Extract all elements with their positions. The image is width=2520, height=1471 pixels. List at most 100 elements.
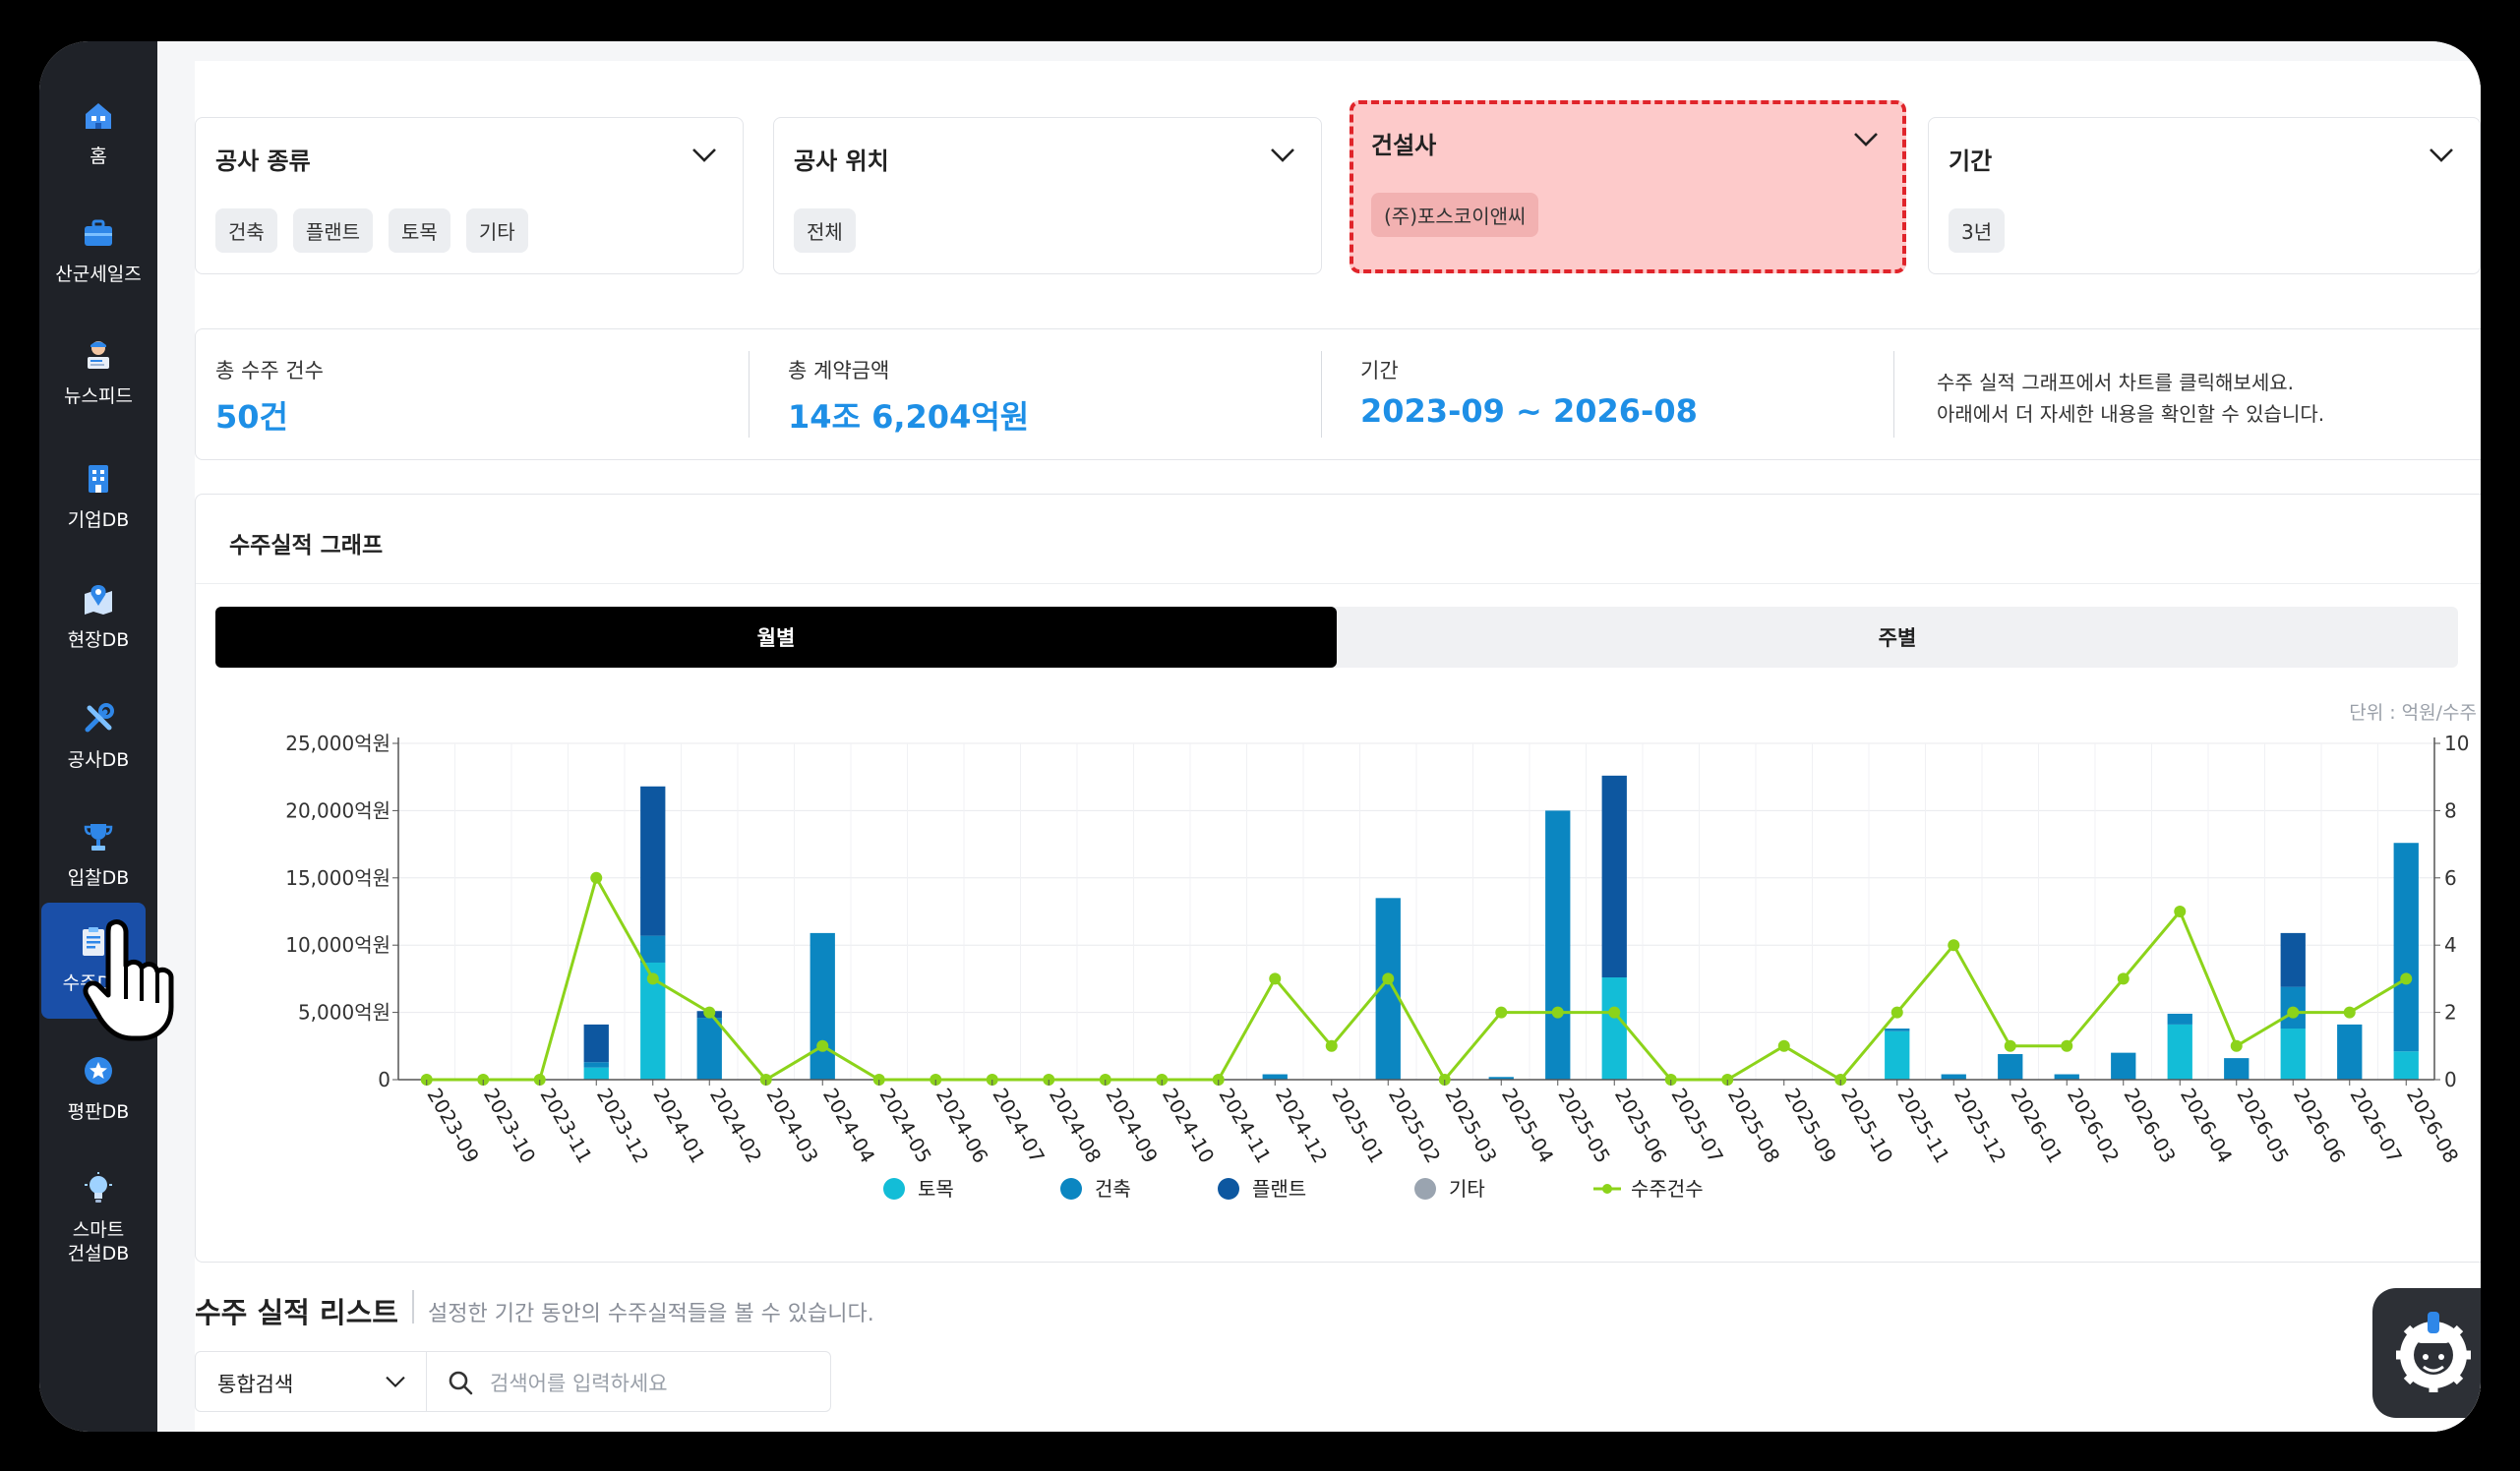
order-count-point [2174,906,2187,917]
filter-construction-location[interactable]: 공사 위치 전체 [773,117,1322,274]
building-icon [89,465,108,494]
order-count-point [1777,1039,1790,1052]
y-right-tick-label: 2 [2444,1001,2457,1025]
period-label: 기간 [1360,359,1399,382]
x-tick-label: 2023-10 [479,1085,541,1167]
sidebar-item-label: 입찰DB [67,867,130,890]
sidebar-item-home[interactable]: 홈 [39,79,157,189]
x-tick-label: 2026-06 [2289,1085,2351,1167]
list-description: 설정한 기간 동안의 수주실적들을 볼 수 있습니다. [428,1302,874,1326]
trophy-icon [84,824,113,852]
legend-label: 플랜트 [1252,1177,1306,1201]
device-frame: 홈 산군세일즈 뉴스피드 기업DB 현장DB 공사DB 입찰DB 평판DB 스마… [0,0,2520,1471]
y-left-tick-label: 20,000억원 [285,798,390,822]
filter-chip[interactable]: 3년 [1949,208,2006,253]
x-tick-label: 2024-11 [1214,1085,1276,1167]
x-tick-label: 2024-08 [1045,1085,1107,1167]
sidebar-item-sales[interactable]: 산군세일즈 [39,197,157,307]
bar-segment [1601,775,1627,978]
chevron-down-icon[interactable] [1270,147,1295,163]
y-left-tick-label: 25,000억원 [285,732,390,755]
x-tick-label: 2023-11 [535,1085,597,1167]
sidebar-item-newsfeed[interactable]: 뉴스피드 [39,319,157,429]
star-badge-icon [85,1057,112,1086]
y-left-tick-label: 10,000억원 [285,933,390,957]
x-tick-label: 2025-09 [1779,1085,1841,1167]
bar-segment [2167,1024,2192,1080]
x-tick-label: 2023-09 [422,1085,484,1167]
x-tick-label: 2026-07 [2345,1085,2407,1167]
order-count-point [1551,1006,1564,1019]
order-count-point [590,871,603,884]
sidebar-item-construction-db[interactable]: 공사DB [39,682,157,793]
legend-label: 건축 [1095,1177,1131,1201]
sidebar-item-label: 평판DB [67,1101,130,1124]
divider [1321,351,1322,438]
x-tick-label: 2024-10 [1158,1085,1220,1167]
legend-swatch [1218,1178,1239,1200]
search-input[interactable] [488,1364,816,1403]
bar-segment [2054,1074,2079,1080]
order-count-point [2117,972,2130,985]
y-right-tick-label: 0 [2444,1068,2457,1091]
hand-cursor-icon [83,919,174,1041]
legend-swatch [1060,1178,1082,1200]
divider [1893,351,1894,438]
filter-title: 공사 종류 [215,147,311,175]
chevron-down-icon[interactable] [691,147,717,163]
x-tick-label: 2024-01 [648,1085,710,1167]
bar-segment [1601,977,1627,1080]
x-tick-label: 2025-11 [1892,1085,1954,1167]
filter-constructor[interactable]: 건설사 (주)포스코이앤씨 [1350,100,1906,273]
x-tick-label: 2025-05 [1553,1085,1615,1167]
bar-segment [2337,1024,2363,1080]
y-left-tick-label: 5,000억원 [298,1001,390,1025]
order-count-point [2061,1039,2073,1052]
legend-label: 수주건수 [1631,1177,1704,1201]
chevron-down-icon[interactable] [2429,147,2454,163]
bar-segment [696,1018,722,1080]
filter-chip[interactable]: 기타 [465,208,528,253]
filter-construction-type[interactable]: 공사 종류 건축 플랜트 토목 기타 [195,117,744,274]
order-count-point [2230,1039,2243,1052]
helper-floating-button[interactable] [2372,1288,2481,1418]
sidebar-item-site-db[interactable]: 현장DB [39,562,157,673]
chevron-down-icon[interactable] [1853,132,1879,147]
x-tick-label: 2026-01 [2006,1085,2068,1167]
y-right-tick-label: 6 [2444,866,2457,890]
filter-chip[interactable]: 플랜트 [292,208,374,253]
sidebar-item-reputation-db[interactable]: 평판DB [39,1034,157,1145]
hint-line: 아래에서 더 자세한 내용을 확인할 수 있습니다. [1937,402,2325,426]
bar-segment [583,1062,609,1068]
filter-chip[interactable]: 건축 [215,208,277,253]
order-chart[interactable]: 단위 : 억원/수주 건수 0 5,000억원 10,000억원 15,000억원 20,… [196,495,2481,1264]
filter-chip[interactable]: 토목 [389,208,450,253]
sidebar-item-company-db[interactable]: 기업DB [39,442,157,553]
bar-segment [2280,932,2306,987]
period-value: 2023-09 ~ 2026-08 [1360,392,1698,430]
filter-period[interactable]: 기간 3년 [1928,117,2481,274]
search-box[interactable] [426,1351,831,1412]
sidebar-item-label: 뉴스피드 [64,385,133,408]
lightbulb-icon [85,1172,112,1204]
x-tick-label: 2025-12 [1950,1085,2011,1167]
x-tick-label: 2025-01 [1327,1085,1389,1167]
y-right-tick-label: 4 [2444,933,2457,957]
x-tick-label: 2024-12 [1271,1085,1333,1167]
order-count-point [2400,972,2413,985]
order-count-point [1948,939,1960,952]
search-type-label: 통합검색 [217,1373,294,1396]
bar-segment [1941,1074,1966,1080]
sidebar-item-bid-db[interactable]: 입찰DB [39,800,157,911]
summary-stats: 총 수주 건수 50건 총 계약금액 14조 6,204억원 기간 2023-0… [195,328,2481,460]
search-type-select[interactable]: 통합검색 [195,1351,427,1412]
order-count-point [2004,1039,2016,1052]
filter-chip[interactable]: 전체 [794,208,856,253]
bar-segment [2393,1051,2419,1080]
x-tick-label: 2025-03 [1440,1085,1502,1167]
total-count-label: 총 수주 건수 [215,359,324,382]
filter-chip[interactable]: (주)포스코이앤씨 [1371,193,1539,237]
bar-segment [583,1067,609,1080]
sidebar-item-smart-construction-db[interactable]: 스마트 건설DB [39,1150,157,1288]
order-count-point [1269,972,1282,985]
